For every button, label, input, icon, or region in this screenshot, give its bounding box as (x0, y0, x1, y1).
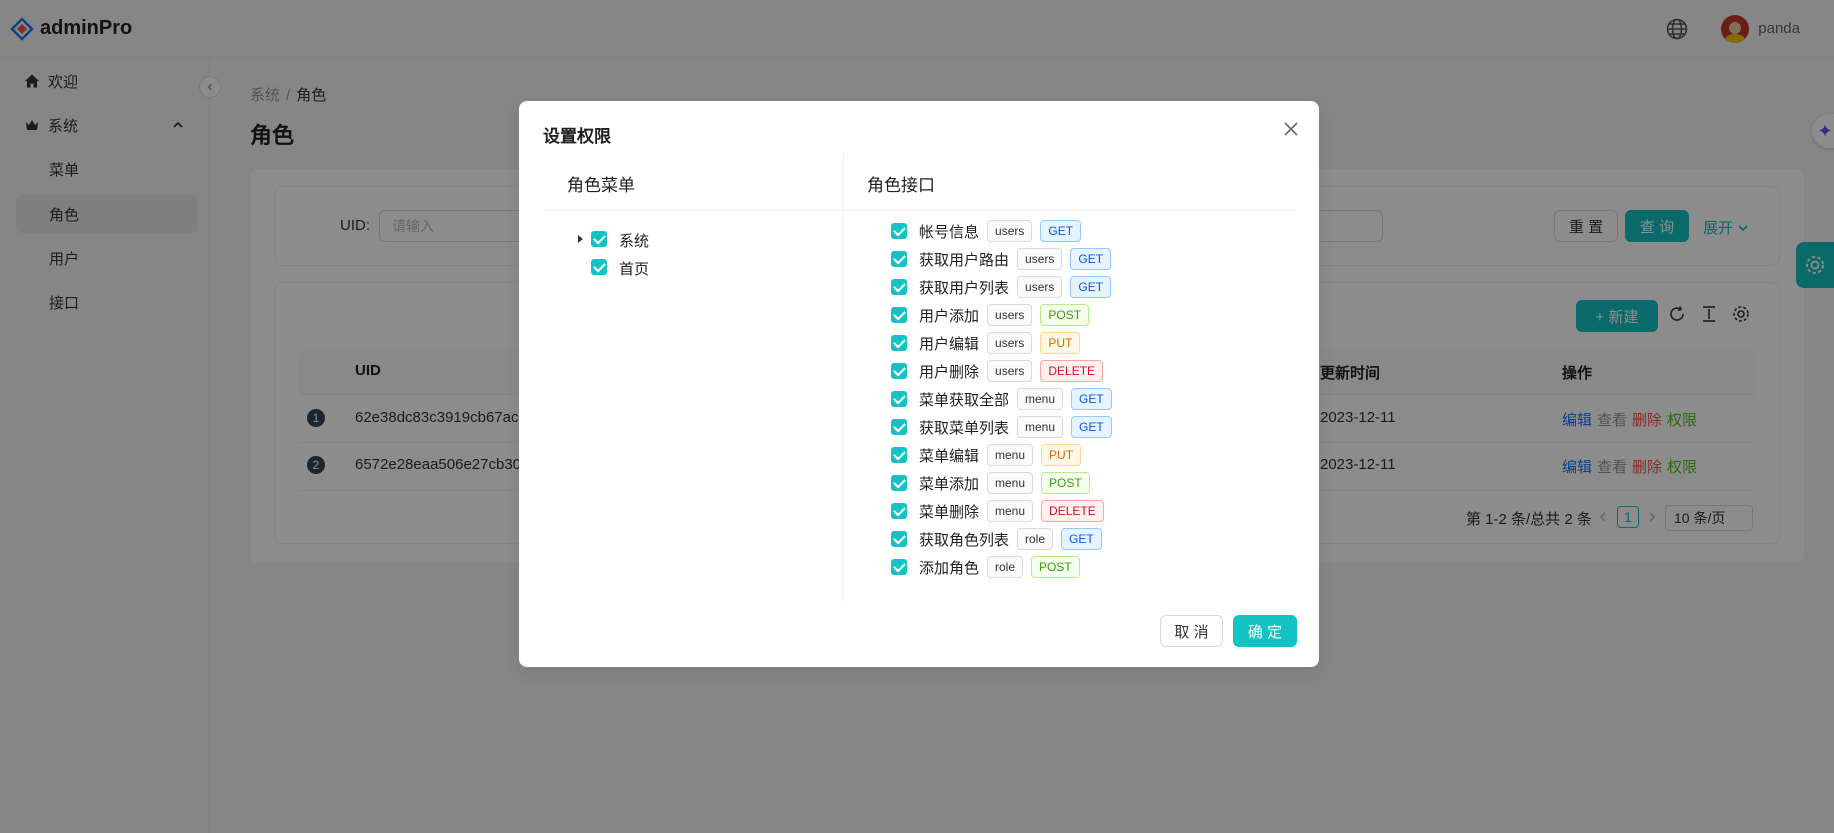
checkbox[interactable] (891, 503, 907, 519)
module-tag: role (1017, 528, 1054, 550)
method-tag: POST (1031, 556, 1080, 578)
method-tag: DELETE (1040, 360, 1104, 382)
module-tag: menu (1017, 388, 1064, 410)
method-tag: GET (1070, 248, 1112, 270)
checkbox[interactable] (891, 419, 907, 435)
checkbox[interactable] (591, 259, 607, 275)
api-name: 用户添加 (919, 307, 980, 325)
module-tag: menu (987, 500, 1034, 522)
tree-node-label[interactable]: 系统 (619, 230, 649, 251)
api-row[interactable]: 获取角色列表 role GET (891, 527, 1102, 551)
checkbox[interactable] (891, 391, 907, 407)
api-name: 添加角色 (919, 559, 980, 577)
api-row[interactable]: 菜单添加 menu POST (891, 471, 1090, 495)
method-tag: POST (1041, 472, 1090, 494)
method-tag: GET (1071, 416, 1112, 438)
checkbox[interactable] (891, 251, 907, 267)
method-tag: DELETE (1041, 500, 1104, 522)
checkbox[interactable] (891, 335, 907, 351)
menu-column-title: 角色菜单 (567, 176, 635, 195)
checkbox[interactable] (891, 531, 907, 547)
tree-node-label[interactable]: 首页 (619, 258, 649, 279)
api-name: 菜单编辑 (919, 447, 980, 465)
module-tag: users (987, 360, 1033, 382)
api-row[interactable]: 用户编辑 users PUT (891, 331, 1081, 355)
module-tag: users (987, 304, 1033, 326)
module-tag: menu (1017, 416, 1064, 438)
api-name: 菜单添加 (919, 475, 980, 493)
api-row[interactable]: 用户删除 users DELETE (891, 359, 1104, 383)
api-row[interactable]: 获取菜单列表 menu GET (891, 415, 1112, 439)
column-header-divider (543, 210, 1295, 211)
module-tag: users (987, 220, 1033, 242)
module-tag: users (1017, 276, 1063, 298)
permission-modal: 设置权限 角色菜单 角色接口 系统 首页 帐号信息 users GET 获取用户路由 u… (519, 101, 1319, 667)
modal-title: 设置权限 (543, 127, 611, 146)
ok-button[interactable]: 确 定 (1233, 615, 1297, 647)
api-row[interactable]: 帐号信息 users GET (891, 219, 1082, 243)
module-tag: users (1017, 248, 1063, 270)
checkbox[interactable] (891, 363, 907, 379)
checkbox[interactable] (891, 307, 907, 323)
api-row[interactable]: 用户添加 users POST (891, 303, 1090, 327)
checkbox[interactable] (891, 279, 907, 295)
checkbox[interactable] (891, 223, 907, 239)
api-name: 获取用户路由 (919, 251, 1010, 269)
api-row[interactable]: 菜单删除 menu DELETE (891, 499, 1104, 523)
method-tag: GET (1070, 276, 1112, 298)
method-tag: GET (1071, 388, 1112, 410)
module-tag: users (987, 332, 1033, 354)
checkbox[interactable] (891, 447, 907, 463)
api-row[interactable]: 添加角色 role POST (891, 555, 1080, 579)
api-name: 菜单获取全部 (919, 391, 1010, 409)
api-column-title: 角色接口 (867, 176, 935, 195)
column-divider (843, 154, 844, 602)
module-tag: menu (987, 444, 1034, 466)
api-name: 帐号信息 (919, 223, 980, 241)
api-row[interactable]: 获取用户列表 users GET (891, 275, 1112, 299)
method-tag: GET (1061, 528, 1102, 550)
close-icon[interactable] (1280, 118, 1302, 140)
module-tag: role (987, 556, 1024, 578)
method-tag: GET (1040, 220, 1082, 242)
method-tag: POST (1040, 304, 1090, 326)
api-name: 用户删除 (919, 363, 980, 381)
module-tag: menu (987, 472, 1034, 494)
checkbox[interactable] (591, 231, 607, 247)
caret-right-icon[interactable] (578, 235, 583, 243)
api-name: 获取用户列表 (919, 279, 1010, 297)
api-name: 菜单删除 (919, 503, 980, 521)
method-tag: PUT (1040, 332, 1081, 354)
method-tag: PUT (1041, 444, 1082, 466)
api-name: 获取角色列表 (919, 531, 1010, 549)
api-row[interactable]: 菜单获取全部 menu GET (891, 387, 1112, 411)
checkbox[interactable] (891, 559, 907, 575)
checkbox[interactable] (891, 475, 907, 491)
api-row[interactable]: 菜单编辑 menu PUT (891, 443, 1082, 467)
cancel-button[interactable]: 取 消 (1160, 615, 1223, 647)
api-name: 用户编辑 (919, 335, 980, 353)
api-name: 获取菜单列表 (919, 419, 1010, 437)
api-row[interactable]: 获取用户路由 users GET (891, 247, 1112, 271)
